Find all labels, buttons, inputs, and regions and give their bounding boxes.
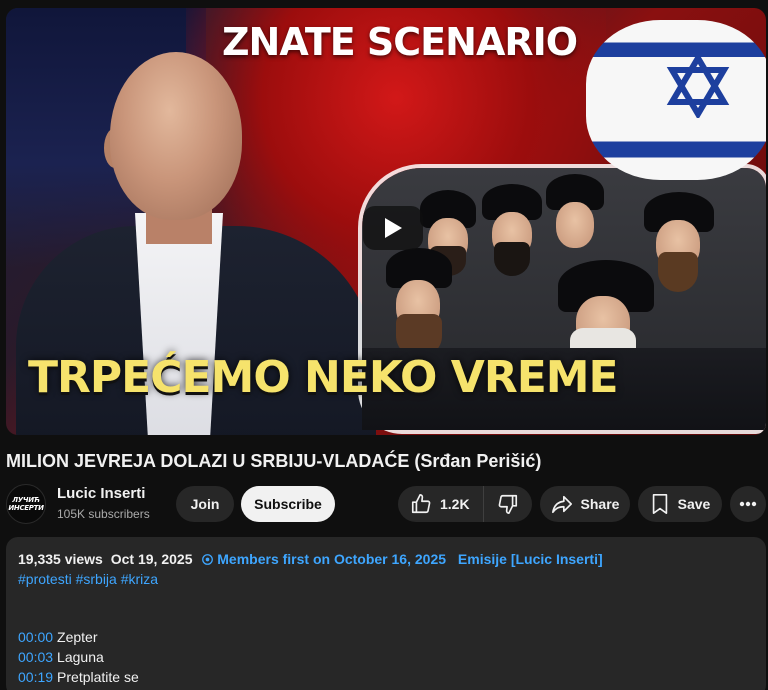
channel-avatar[interactable]: ЛУЧИЋ ИНСЕРТИ xyxy=(6,484,46,524)
thumbnail-man-head xyxy=(110,52,242,220)
view-count: 19,335 views xyxy=(18,551,103,567)
save-label: Save xyxy=(677,496,711,512)
chapter-timestamp[interactable]: 00:19 xyxy=(18,669,53,685)
thumbs-down-icon xyxy=(498,494,518,514)
channel-name[interactable]: Lucic Inserti xyxy=(57,485,145,502)
members-first-text: Members first on October 16, 2025 xyxy=(217,551,447,567)
more-actions-button[interactable] xyxy=(730,486,766,522)
play-icon xyxy=(385,218,402,238)
subscriber-count: 105K subscribers xyxy=(57,507,150,521)
chapter-timestamp[interactable]: 00:00 xyxy=(18,629,53,645)
thumbnail-bottom-text: TRPEĆEMO NEKO VREME xyxy=(28,352,619,403)
dislike-button[interactable] xyxy=(484,486,532,522)
members-first-badge[interactable]: Members first on October 16, 2025 xyxy=(202,551,454,567)
chapter-timestamp[interactable]: 00:03 xyxy=(18,649,53,665)
chapter-item: 00:19 Pretplatite se xyxy=(18,667,754,687)
chapter-label: Laguna xyxy=(57,649,104,665)
join-button[interactable]: Join xyxy=(176,486,234,522)
share-icon xyxy=(551,495,572,514)
chapter-item: 00:00 Zepter xyxy=(18,627,754,647)
avatar-logo-text: ЛУЧИЋ ИНСЕРТИ xyxy=(8,496,44,512)
like-dislike-group: 1.2K xyxy=(398,486,532,522)
video-player[interactable]: ZNATE SCENARIO TRPEĆEMO NEKO VREME xyxy=(6,8,766,435)
save-button[interactable]: Save xyxy=(638,486,722,522)
description-meta: 19,335 views Oct 19, 2025 Members first … xyxy=(18,549,754,569)
hashtags[interactable]: #protesti #srbija #kriza xyxy=(18,569,754,589)
more-horizontal-icon xyxy=(739,501,757,507)
like-count: 1.2K xyxy=(440,496,470,512)
chapter-item: 00:03 Laguna xyxy=(18,647,754,667)
share-label: Share xyxy=(580,496,620,512)
subscribe-label: Subscribe xyxy=(254,496,322,512)
like-button[interactable]: 1.2K xyxy=(398,486,484,522)
thumbs-up-icon xyxy=(411,494,431,514)
share-button[interactable]: Share xyxy=(540,486,630,522)
join-label: Join xyxy=(190,496,220,512)
description-box[interactable]: 19,335 views Oct 19, 2025 Members first … xyxy=(6,537,766,690)
subscribe-button[interactable]: Subscribe xyxy=(241,486,335,522)
thumbnail-top-text: ZNATE SCENARIO xyxy=(222,20,578,64)
chapter-label: Pretplatite se xyxy=(57,669,139,685)
bookmark-icon xyxy=(652,494,667,514)
video-title: MILION JEVREJA DOLAZI U SRBIJU-VLADAĆE (… xyxy=(6,451,542,471)
playlist-link[interactable]: Emisije [Lucic Inserti] xyxy=(458,551,603,567)
star-of-david-icon xyxy=(666,54,730,118)
upload-date: Oct 19, 2025 xyxy=(110,551,193,567)
chapter-label: Zepter xyxy=(57,629,98,645)
play-button[interactable] xyxy=(363,206,423,250)
members-icon xyxy=(202,554,214,565)
